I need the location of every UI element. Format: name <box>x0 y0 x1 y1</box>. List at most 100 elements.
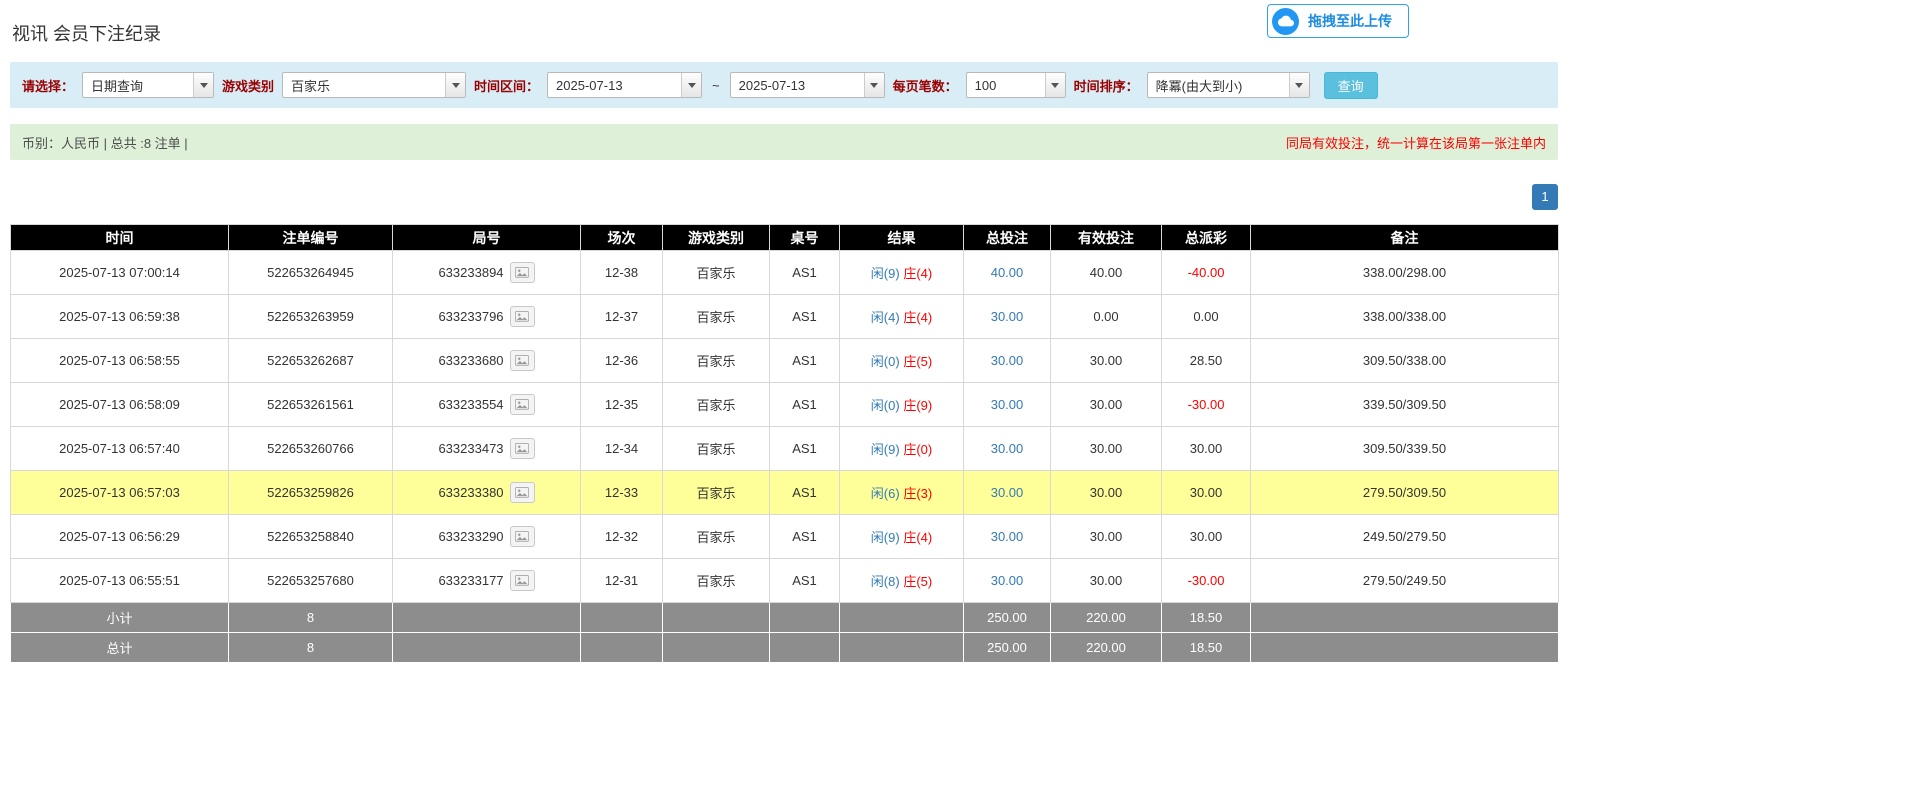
cell-game-type: 百家乐 <box>663 339 770 383</box>
cell-valid-bet: 30.00 <box>1051 559 1162 603</box>
chevron-down-icon[interactable] <box>1289 73 1309 97</box>
cell-total-bet: 30.00 <box>964 383 1051 427</box>
total-bet-link[interactable]: 40.00 <box>991 265 1024 280</box>
date-to-value: 2025-07-13 <box>731 73 864 97</box>
chevron-down-icon[interactable] <box>445 73 465 97</box>
column-header: 局号 <box>393 225 581 251</box>
footer-count: 8 <box>229 633 393 663</box>
round-media-icon[interactable] <box>510 394 535 415</box>
result-player: 闲(6) <box>871 486 900 501</box>
cell-remark: 279.50/309.50 <box>1251 471 1559 515</box>
page-title: 视讯 会员下注纪录 <box>12 20 161 46</box>
round-media-icon[interactable] <box>510 526 535 547</box>
result-banker: 庄(4) <box>903 310 932 325</box>
round-media-icon[interactable] <box>510 438 535 459</box>
page-button-1[interactable]: 1 <box>1532 184 1558 210</box>
cell-game-type: 百家乐 <box>663 515 770 559</box>
round-media-icon[interactable] <box>510 262 535 283</box>
page-size-select[interactable]: 100 <box>966 72 1066 98</box>
chevron-down-icon[interactable] <box>1045 73 1065 97</box>
cell-session: 12-33 <box>581 471 663 515</box>
column-header: 有效投注 <box>1051 225 1162 251</box>
cell-round-id: 633233680 <box>393 339 581 383</box>
query-type-select[interactable]: 日期查询 <box>82 72 214 98</box>
cell-time: 2025-07-13 06:59:38 <box>11 295 229 339</box>
date-to-select[interactable]: 2025-07-13 <box>730 72 885 98</box>
result-player: 闲(0) <box>871 354 900 369</box>
table-row: 2025-07-13 06:58:55522653262687633233680… <box>11 339 1559 383</box>
total-bet-link[interactable]: 30.00 <box>991 353 1024 368</box>
cell-table-no: AS1 <box>770 295 840 339</box>
round-media-icon[interactable] <box>510 570 535 591</box>
cell-payout: 0.00 <box>1162 295 1251 339</box>
search-button[interactable]: 查询 <box>1324 72 1378 99</box>
pagination: 1 <box>10 184 1558 210</box>
column-header: 结果 <box>840 225 964 251</box>
round-media-icon[interactable] <box>510 482 535 503</box>
result-banker: 庄(9) <box>903 398 932 413</box>
cell-valid-bet: 30.00 <box>1051 427 1162 471</box>
round-media-icon[interactable] <box>510 306 535 327</box>
round-media-icon[interactable] <box>510 350 535 371</box>
query-type-label: 请选择： <box>22 76 74 95</box>
date-from-select[interactable]: 2025-07-13 <box>547 72 702 98</box>
cell-payout: 30.00 <box>1162 515 1251 559</box>
cell-total-bet: 40.00 <box>964 251 1051 295</box>
table-row: 2025-07-13 06:58:09522653261561633233554… <box>11 383 1559 427</box>
cell-round-id: 633233473 <box>393 427 581 471</box>
cell-game-type: 百家乐 <box>663 427 770 471</box>
cell-result: 闲(8) 庄(5) <box>840 559 964 603</box>
cell-game-type: 百家乐 <box>663 471 770 515</box>
table-footer-row: 小计8250.00220.0018.50 <box>11 603 1559 633</box>
cell-remark: 309.50/339.50 <box>1251 427 1559 471</box>
chevron-down-icon[interactable] <box>864 73 884 97</box>
cell-round-id: 633233796 <box>393 295 581 339</box>
cell-bet-id: 522653262687 <box>229 339 393 383</box>
cell-session: 12-36 <box>581 339 663 383</box>
cell-total-bet: 30.00 <box>964 295 1051 339</box>
cell-game-type: 百家乐 <box>663 251 770 295</box>
cell-payout: -30.00 <box>1162 383 1251 427</box>
cell-game-type: 百家乐 <box>663 295 770 339</box>
cell-total-bet: 30.00 <box>964 559 1051 603</box>
total-bet-link[interactable]: 30.00 <box>991 441 1024 456</box>
cell-total-bet: 30.00 <box>964 471 1051 515</box>
currency-total-summary: 币别：人民币 | 总共 :8 注单 | <box>22 133 188 152</box>
cell-result: 闲(4) 庄(4) <box>840 295 964 339</box>
result-banker: 庄(4) <box>903 530 932 545</box>
query-type-value: 日期查询 <box>83 73 193 97</box>
cell-time: 2025-07-13 06:55:51 <box>11 559 229 603</box>
cell-valid-bet: 30.00 <box>1051 515 1162 559</box>
result-player: 闲(0) <box>871 398 900 413</box>
table-row: 2025-07-13 06:55:51522653257680633233177… <box>11 559 1559 603</box>
cell-bet-id: 522653263959 <box>229 295 393 339</box>
total-bet-link[interactable]: 30.00 <box>991 397 1024 412</box>
cell-table-no: AS1 <box>770 515 840 559</box>
total-bet-link[interactable]: 30.00 <box>991 573 1024 588</box>
column-header: 时间 <box>11 225 229 251</box>
cell-table-no: AS1 <box>770 559 840 603</box>
cell-payout: -40.00 <box>1162 251 1251 295</box>
page-size-value: 100 <box>967 73 1045 97</box>
game-type-select[interactable]: 百家乐 <box>282 72 466 98</box>
time-sort-select[interactable]: 降冪(由大到小) <box>1147 72 1310 98</box>
table-body: 2025-07-13 07:00:14522653264945633233894… <box>11 251 1559 663</box>
cell-result: 闲(0) 庄(9) <box>840 383 964 427</box>
total-bet-link[interactable]: 30.00 <box>991 529 1024 544</box>
chevron-down-icon[interactable] <box>193 73 213 97</box>
total-bet-link[interactable]: 30.00 <box>991 309 1024 324</box>
cell-table-no: AS1 <box>770 383 840 427</box>
chevron-down-icon[interactable] <box>681 73 701 97</box>
cell-table-no: AS1 <box>770 251 840 295</box>
column-header: 备注 <box>1251 225 1559 251</box>
column-header: 桌号 <box>770 225 840 251</box>
cell-table-no: AS1 <box>770 339 840 383</box>
upload-dropzone-button[interactable]: 拖拽至此上传 <box>1267 4 1409 38</box>
footer-total-bet: 250.00 <box>964 633 1051 663</box>
footer-count: 8 <box>229 603 393 633</box>
upload-label: 拖拽至此上传 <box>1308 11 1392 31</box>
cell-bet-id: 522653264945 <box>229 251 393 295</box>
footer-payout: 18.50 <box>1162 603 1251 633</box>
total-bet-link[interactable]: 30.00 <box>991 485 1024 500</box>
cell-round-id: 633233894 <box>393 251 581 295</box>
